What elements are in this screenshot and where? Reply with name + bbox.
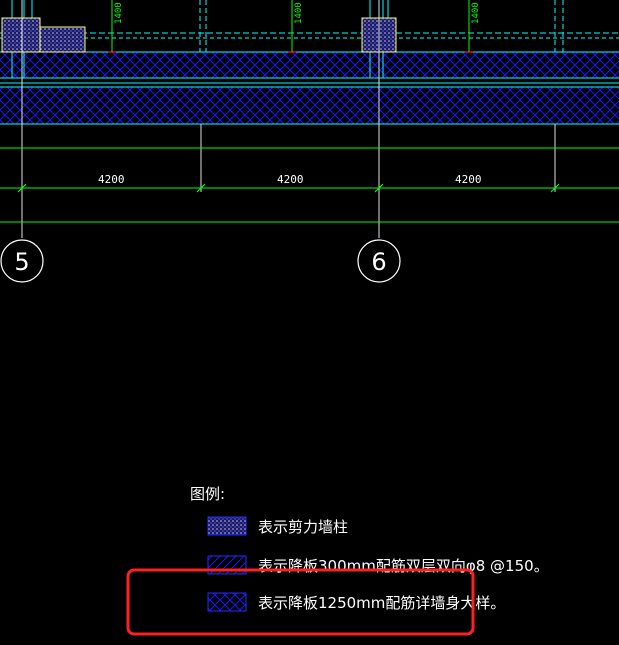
legend-item-drop-slab-300: 表示降板300mm配筋双层双向φ8 @150。 xyxy=(207,555,549,575)
legend-text-shear-wall: 表示剪力墙柱 xyxy=(258,518,348,536)
cad-drawing-canvas[interactable]: 1400 1400 1400 4200 4200 4200 5 6 图例: 表示… xyxy=(0,0,619,645)
axis-label-6: 6 xyxy=(371,248,386,276)
legend-swatch-crosshatch xyxy=(207,592,247,612)
axis-label-5: 5 xyxy=(14,248,29,276)
span-dimension-1: 4200 xyxy=(98,173,125,186)
legend-text-drop-slab-300: 表示降板300mm配筋双层双向φ8 @150。 xyxy=(258,557,549,575)
vdim-2: 1400 xyxy=(294,2,304,24)
legend-item-shear-wall: 表示剪力墙柱 xyxy=(207,516,348,536)
vdim-1: 1400 xyxy=(114,2,124,24)
span-dimension-2: 4200 xyxy=(277,173,304,186)
span-dimension-3: 4200 xyxy=(455,173,482,186)
legend-text-drop-slab-1250: 表示降板1250mm配筋详墙身大样。 xyxy=(258,594,505,612)
vdim-3: 1400 xyxy=(471,2,481,24)
legend-title: 图例: xyxy=(190,485,225,503)
legend-swatch-dotted xyxy=(207,516,247,536)
